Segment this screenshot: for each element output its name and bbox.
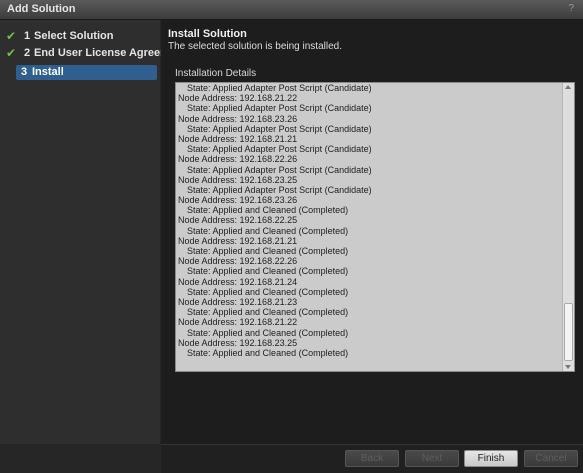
log-line: State: Applied Adapter Post Script (Cand… bbox=[187, 83, 372, 93]
log-line: State: Applied Adapter Post Script (Cand… bbox=[187, 103, 372, 114]
log-line: Node Address: 192.168.21.24 bbox=[178, 276, 298, 287]
step-install[interactable]: 3 Install bbox=[16, 65, 157, 80]
scroll-down-arrow-icon[interactable] bbox=[565, 365, 571, 369]
log-line: Node Address: 192.168.21.22 bbox=[178, 317, 298, 328]
log-line: Node Address: 192.168.22.26 bbox=[178, 256, 298, 267]
window-title: Add Solution bbox=[7, 3, 76, 15]
checkmark-icon: ✔ bbox=[5, 29, 17, 43]
cancel-button[interactable]: Cancel bbox=[524, 450, 578, 467]
log-line: State: Applied Adapter Post Script (Cand… bbox=[187, 184, 372, 195]
log-line: Node Address: 192.168.23.25 bbox=[178, 337, 298, 348]
installation-details-log[interactable]: State: Applied Adapter Post Script (Cand… bbox=[175, 82, 575, 372]
wizard-footer: Back Next Finish Cancel bbox=[161, 444, 583, 473]
scroll-up-arrow-icon[interactable] bbox=[565, 85, 571, 89]
log-line: State: Applied and Cleaned (Completed) bbox=[187, 347, 349, 358]
status-message: The selected solution is being installed… bbox=[168, 41, 342, 52]
log-line: State: Applied and Cleaned (Completed) bbox=[187, 327, 349, 338]
scroll-thumb[interactable] bbox=[564, 303, 573, 361]
title-bar: Add Solution ? bbox=[0, 0, 583, 20]
step-number: 3 bbox=[21, 66, 28, 78]
log-line: State: Applied and Cleaned (Completed) bbox=[187, 205, 349, 216]
step-number: 1 bbox=[24, 30, 31, 42]
log-line: State: Applied and Cleaned (Completed) bbox=[187, 225, 349, 236]
page-title: Install Solution bbox=[168, 28, 247, 40]
next-button[interactable]: Next bbox=[405, 450, 459, 467]
log-line: State: Applied and Cleaned (Completed) bbox=[187, 266, 349, 277]
log-scrollbar[interactable] bbox=[562, 83, 574, 371]
log-line: State: Applied and Cleaned (Completed) bbox=[187, 307, 349, 318]
step-label: Select Solution bbox=[34, 30, 114, 42]
log-line: Node Address: 192.168.23.26 bbox=[178, 195, 298, 206]
finish-button[interactable]: Finish bbox=[464, 450, 518, 467]
log-line: Node Address: 192.168.21.23 bbox=[178, 296, 298, 307]
log-line: State: Applied and Cleaned (Completed) bbox=[187, 246, 349, 256]
step-number: 2 bbox=[24, 47, 31, 59]
step-select-solution[interactable]: ✔ 1 Select Solution bbox=[4, 29, 156, 44]
log-text: State: Applied Adapter Post Script (Cand… bbox=[178, 83, 558, 358]
log-line: Node Address: 192.168.23.25 bbox=[178, 174, 298, 185]
log-line: State: Applied and Cleaned (Completed) bbox=[187, 286, 349, 297]
wizard-steps-panel: ✔ 1 Select Solution ✔ 2 End User License… bbox=[0, 20, 186, 444]
log-line: State: Applied Adapter Post Script (Cand… bbox=[187, 144, 372, 155]
checkmark-icon: ✔ bbox=[5, 46, 17, 60]
help-icon[interactable]: ? bbox=[568, 3, 574, 14]
back-button[interactable]: Back bbox=[345, 450, 399, 467]
step-eula[interactable]: ✔ 2 End User License Agreement bbox=[4, 46, 186, 61]
installation-details-label: Installation Details bbox=[175, 68, 257, 79]
log-line: Node Address: 192.168.21.22 bbox=[178, 93, 298, 104]
log-line: Node Address: 192.168.21.21 bbox=[178, 235, 298, 246]
log-line: State: Applied Adapter Post Script (Cand… bbox=[187, 123, 372, 134]
log-line: Node Address: 192.168.22.26 bbox=[178, 154, 298, 165]
log-line: Node Address: 192.168.23.26 bbox=[178, 113, 298, 124]
log-line: Node Address: 192.168.21.21 bbox=[178, 133, 298, 144]
install-content-panel: Install Solution The selected solution i… bbox=[161, 20, 583, 444]
log-line: State: Applied Adapter Post Script (Cand… bbox=[187, 164, 372, 175]
log-line: Node Address: 192.168.22.25 bbox=[178, 215, 298, 226]
step-label: Install bbox=[32, 66, 64, 78]
